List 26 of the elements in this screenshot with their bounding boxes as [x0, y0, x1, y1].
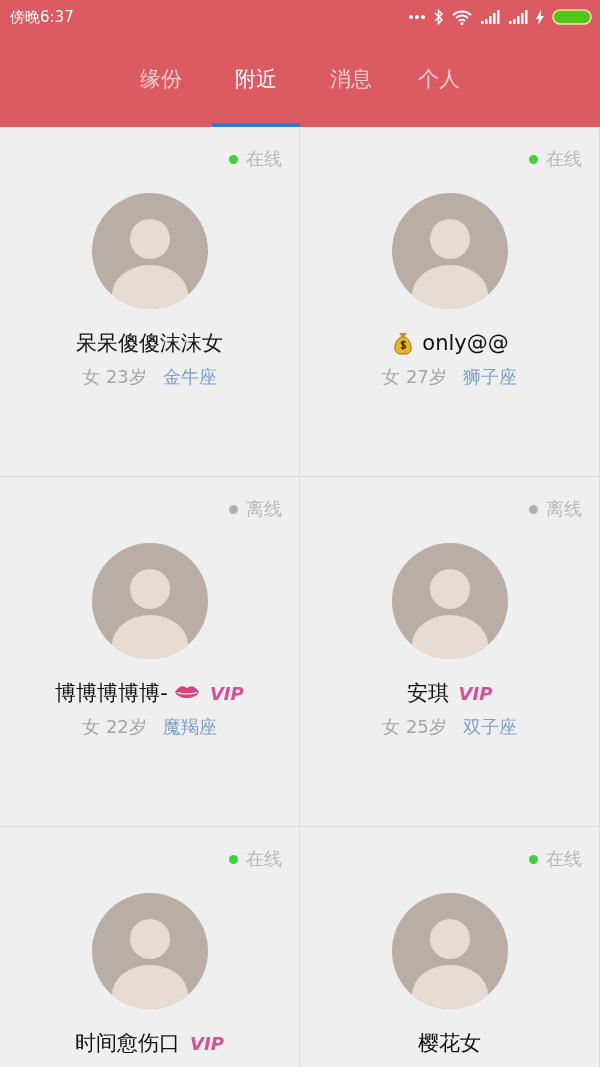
signal-icon: [508, 10, 528, 24]
bluetooth-icon: [434, 9, 444, 25]
signal-icon: [480, 10, 500, 24]
zodiac-sign: 魔羯座: [162, 715, 217, 739]
user-name: 樱花女: [418, 1030, 481, 1057]
gender-age: 女 25岁: [382, 715, 447, 739]
gender-age: 女 27岁: [382, 365, 447, 389]
zodiac-sign: 双子座: [462, 715, 517, 739]
gender-age: 女 23岁: [82, 365, 147, 389]
user-name: 安琪: [406, 680, 449, 707]
zodiac-sign: 金牛座: [162, 365, 217, 389]
charging-icon: [536, 9, 544, 25]
gender-age: 女 22岁: [82, 715, 147, 739]
vip-label: VIP: [458, 682, 493, 704]
zodiac-sign: 狮子座: [462, 365, 517, 389]
user-name: 时间愈伤口: [75, 1030, 181, 1057]
more-dots-icon: [408, 14, 426, 20]
status-time: 傍晚6:37: [10, 7, 74, 27]
battery-icon: [552, 9, 592, 25]
vip-label: VIP: [209, 682, 244, 704]
vip-label: VIP: [190, 1032, 224, 1054]
user-name: 呆呆傻傻沫沫女: [76, 330, 223, 357]
nav-tab[interactable]: 附近: [212, 34, 300, 127]
user-name: 博博博博博-: [55, 680, 168, 707]
user-name: only@@: [422, 331, 509, 355]
wifi-icon: [452, 9, 472, 25]
